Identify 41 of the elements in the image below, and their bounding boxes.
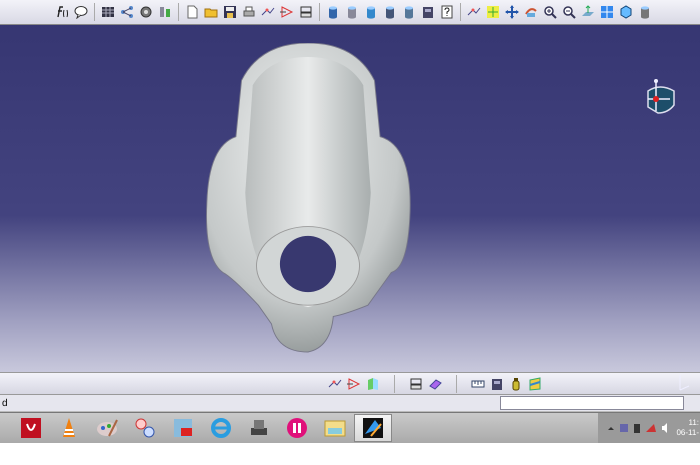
taskbar-app-button[interactable] [354, 414, 392, 442]
printer-icon[interactable] [242, 5, 256, 19]
app-icon [171, 416, 195, 440]
app-icon [209, 416, 233, 440]
eraser-icon[interactable] [428, 376, 442, 390]
arrow-icon[interactable] [280, 5, 294, 19]
database-icon[interactable] [490, 376, 504, 390]
formula-icon[interactable] [55, 5, 69, 19]
cube-icon[interactable] [619, 5, 633, 19]
input-field[interactable] [500, 396, 684, 410]
app-icon [285, 416, 309, 440]
table-icon[interactable] [101, 5, 115, 19]
app-icon [133, 416, 157, 440]
app-icon [361, 416, 385, 440]
clock-time: 11: [687, 418, 699, 428]
fit-all-icon[interactable] [486, 5, 500, 19]
cylinder-icon[interactable] [402, 5, 416, 19]
arrow-icon[interactable] [347, 376, 361, 390]
cylinder-icon[interactable] [638, 5, 652, 19]
zoom-in-icon[interactable] [543, 5, 557, 19]
document-icon[interactable] [185, 5, 199, 19]
cylinder-icon[interactable] [383, 5, 397, 19]
rotate-icon[interactable] [524, 5, 538, 19]
zoom-out-icon[interactable] [562, 5, 576, 19]
pan-icon[interactable] [505, 5, 519, 19]
cylinder-icon[interactable] [326, 5, 340, 19]
tree-icon[interactable] [120, 5, 134, 19]
database-icon[interactable] [421, 5, 435, 19]
speech-bubble-icon[interactable] [74, 5, 88, 19]
plane-icon[interactable] [581, 5, 595, 19]
gear-icon[interactable] [139, 5, 153, 19]
shaded-shape-icon[interactable] [528, 376, 542, 390]
cylinder-icon[interactable] [364, 5, 378, 19]
clock-date: 06-11- [676, 428, 699, 438]
bars-icon[interactable] [158, 5, 172, 19]
status-message: d [2, 398, 8, 408]
app-icon [19, 416, 43, 440]
four-views-icon[interactable] [600, 5, 614, 19]
cylinder-icon[interactable] [345, 5, 359, 19]
help-icon[interactable] [440, 5, 454, 19]
save-icon[interactable] [223, 5, 237, 19]
